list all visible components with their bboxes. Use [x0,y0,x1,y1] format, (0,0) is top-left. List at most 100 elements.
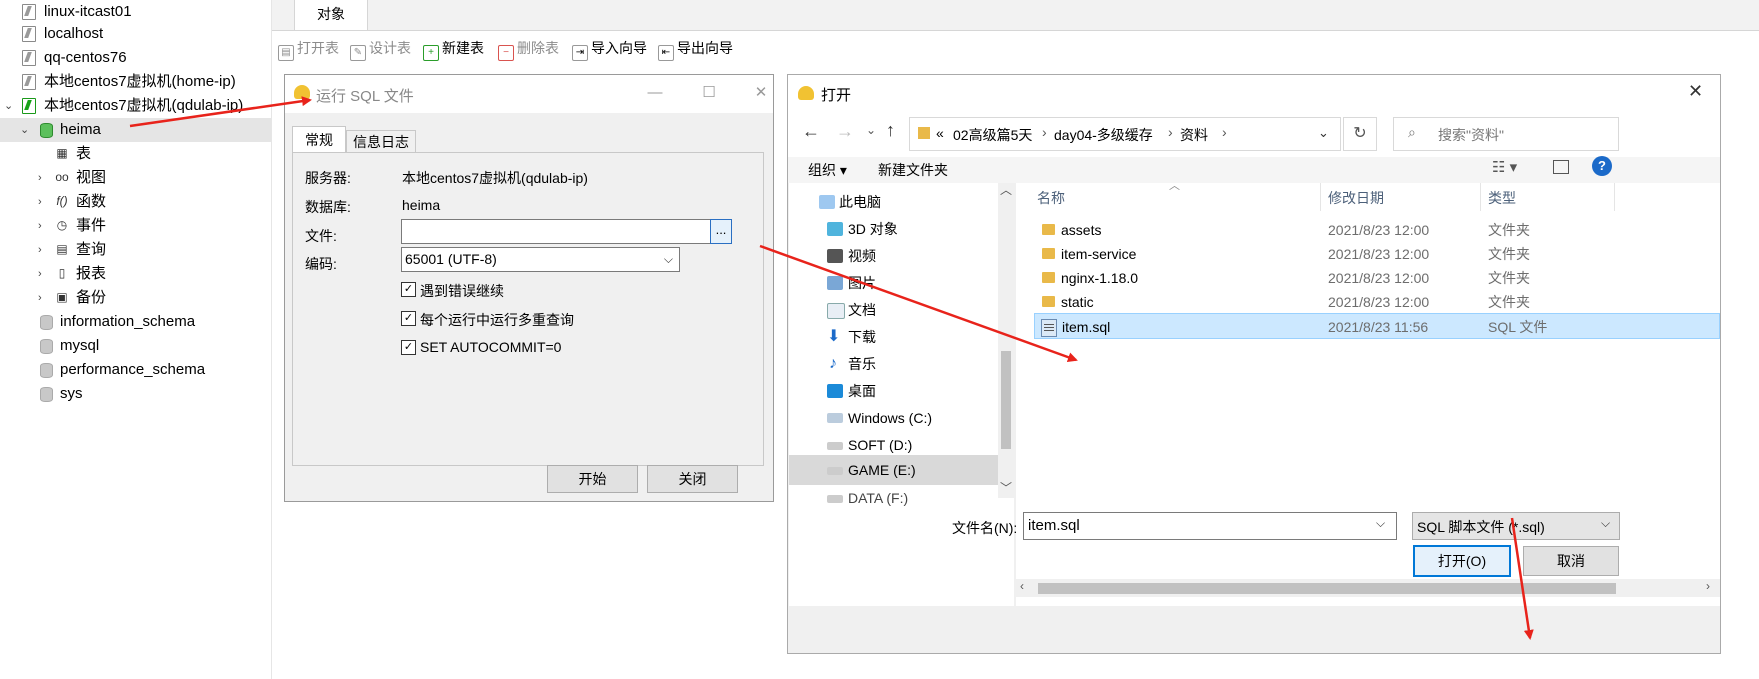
chevron-down-icon[interactable]: ⌄ [4,94,13,118]
file-row[interactable]: assets 2021/8/23 12:00 文件夹 [1016,217,1676,243]
tree-connection[interactable]: linux-itcast01 [0,0,271,24]
new-table-button[interactable]: + 新建表 [423,38,484,61]
nav-item-downloads[interactable]: ⬇ 下载 [789,322,999,352]
nav-scrollbar-thumb[interactable] [1001,351,1011,449]
tree-db[interactable]: information_schema [0,310,271,334]
chevron-right-icon[interactable]: › [38,214,42,238]
chevron-left-icon[interactable]: ‹ [1020,579,1024,593]
chevron-down-icon[interactable]: ⌄ [20,118,29,142]
tab-objects[interactable]: 对象 [294,0,368,30]
autocommit-checkbox[interactable]: ✓ [401,340,416,355]
breadcrumb-item[interactable]: day04-多级缓存 [1054,125,1153,145]
tree-item-functions[interactable]: › f() 函数 [0,190,271,214]
chevron-right-icon[interactable]: › [38,286,42,310]
export-wizard-button[interactable]: ⇤ 导出向导 [658,38,733,61]
tree-db[interactable]: performance_schema [0,358,271,382]
nav-item-music[interactable]: ♪ 音乐 [789,349,999,379]
close-icon[interactable]: ✕ [751,83,771,103]
nav-item-3d[interactable]: 3D 对象 [789,214,999,244]
file-row[interactable]: static 2021/8/23 12:00 文件夹 [1016,289,1676,315]
file-row-selected[interactable]: item.sql 2021/8/23 11:56 SQL 文件 [1034,313,1720,339]
nav-item-pictures[interactable]: 图片 [789,268,999,298]
tree-item-tables[interactable]: ▦ 表 [0,142,271,166]
chevron-down-icon[interactable]: ⌵ [1376,516,1385,531]
chevron-right-icon[interactable]: › [38,262,42,286]
tree-connection[interactable]: qq-centos76 [0,46,271,70]
server-label: 服务器: [305,170,351,186]
nav-item-videos[interactable]: 视频 [789,241,999,271]
nav-item-this-pc[interactable]: 此电脑 [789,187,999,217]
horizontal-scrollbar[interactable]: ‹ › [1016,579,1720,597]
tree-connection-active[interactable]: ⌄ 本地centos7虚拟机(qdulab-ip) [0,94,271,118]
chevron-right-icon[interactable]: › [38,166,42,190]
tree-connection[interactable]: localhost [0,22,271,46]
nav-item-drive-f[interactable]: DATA (F:) [789,483,999,513]
file-type-filter[interactable]: SQL 脚本文件 (*.sql) ⌵ [1412,512,1620,540]
column-date-header[interactable]: 修改日期 [1328,188,1384,208]
tree-item-queries[interactable]: › ▤ 查询 [0,238,271,262]
continue-on-error-checkbox[interactable]: ✓ [401,282,416,297]
minimize-icon[interactable]: — [645,83,665,103]
breadcrumb[interactable]: « 02高级篇5天 › day04-多级缓存 › 资料 › ⌄ [909,117,1341,151]
browse-file-button[interactable]: ... [710,219,732,244]
chevron-down-icon[interactable]: ﹀ [1000,479,1012,496]
view-options-icon[interactable]: ☷ ▾ [1492,158,1517,176]
object-toolbar: ▤ 打开表 ✎ 设计表 + 新建表 − 删除表 ⇥ 导入向导 ⇤ 导出向导 [272,31,1759,65]
forward-arrow-icon[interactable]: → [836,121,854,142]
nav-item-drive-c[interactable]: Windows (C:) [789,403,999,433]
breadcrumb-item[interactable]: 02高级篇5天 [953,125,1032,145]
chevron-right-icon[interactable]: › [1706,579,1710,593]
chevron-down-icon[interactable]: ⌄ [866,123,876,137]
encoding-select[interactable]: 65001 (UTF-8) ⌵ [401,247,680,272]
filename-input[interactable]: item.sql ⌵ [1023,512,1397,540]
refresh-icon[interactable]: ↻ [1343,117,1377,151]
tree-db[interactable]: sys [0,382,271,406]
nav-item-desktop[interactable]: 桌面 [789,376,999,406]
delete-table-button[interactable]: − 删除表 [498,38,559,61]
navicat-logo-icon [294,85,310,99]
tab-general[interactable]: 常规 [292,126,346,153]
tab-info-log[interactable]: 信息日志 [346,130,416,153]
import-wizard-button[interactable]: ⇥ 导入向导 [572,38,647,61]
back-arrow-icon[interactable]: ← [802,121,820,142]
column-name-header[interactable]: 名称 [1037,188,1065,208]
help-icon[interactable]: ? [1592,156,1612,176]
chevron-right-icon: › [1042,124,1047,140]
close-button[interactable]: 关闭 [647,465,738,493]
chevron-up-icon[interactable]: ︿ [1000,183,1012,198]
up-arrow-icon[interactable]: ↑ [886,120,895,141]
tree-item-backups[interactable]: › ▣ 备份 [0,286,271,310]
open-table-button[interactable]: ▤ 打开表 [278,38,339,61]
nav-item-documents[interactable]: 文档 [789,295,999,325]
cancel-button[interactable]: 取消 [1523,546,1619,576]
tree-connection[interactable]: 本地centos7虚拟机(home-ip) [0,70,271,94]
chevron-down-icon[interactable]: ⌄ [1318,125,1329,141]
tree-item-events[interactable]: › ◷ 事件 [0,214,271,238]
chevron-right-icon[interactable]: › [38,238,42,262]
file-row[interactable]: nginx-1.18.0 2021/8/23 12:00 文件夹 [1016,265,1676,291]
folder-icon [1042,296,1055,307]
tree-db[interactable]: mysql [0,334,271,358]
tree-item-views[interactable]: › oo 视图 [0,166,271,190]
chevron-right-icon[interactable]: › [38,190,42,214]
search-box[interactable]: ⌕ 搜索"资料" [1393,117,1619,151]
design-table-button[interactable]: ✎ 设计表 [350,38,411,61]
breadcrumb-item[interactable]: 资料 [1180,125,1208,145]
file-path-input[interactable] [401,219,713,244]
multi-query-checkbox[interactable]: ✓ [401,311,416,326]
preview-pane-icon[interactable] [1553,160,1569,174]
maximize-icon[interactable]: ☐ [699,83,719,103]
organize-button[interactable]: 组织 ▾ [808,160,847,180]
open-button[interactable]: 打开(O) [1413,545,1511,577]
column-type-header[interactable]: 类型 [1488,188,1516,208]
nav-scrollbar[interactable]: ︿ ﹀ [998,183,1014,498]
horizontal-scrollbar-thumb[interactable] [1038,583,1616,594]
new-folder-button[interactable]: 新建文件夹 [878,160,948,180]
tree-item-reports[interactable]: › ▯ 报表 [0,262,271,286]
nav-item-drive-e[interactable]: GAME (E:) [789,455,999,485]
start-button[interactable]: 开始 [547,465,638,493]
tree-db-selected[interactable]: ⌄ heima [0,118,271,142]
breadcrumb-overflow[interactable]: « [936,125,944,141]
close-icon[interactable]: ✕ [1688,81,1703,102]
file-row[interactable]: item-service 2021/8/23 12:00 文件夹 [1016,241,1676,267]
